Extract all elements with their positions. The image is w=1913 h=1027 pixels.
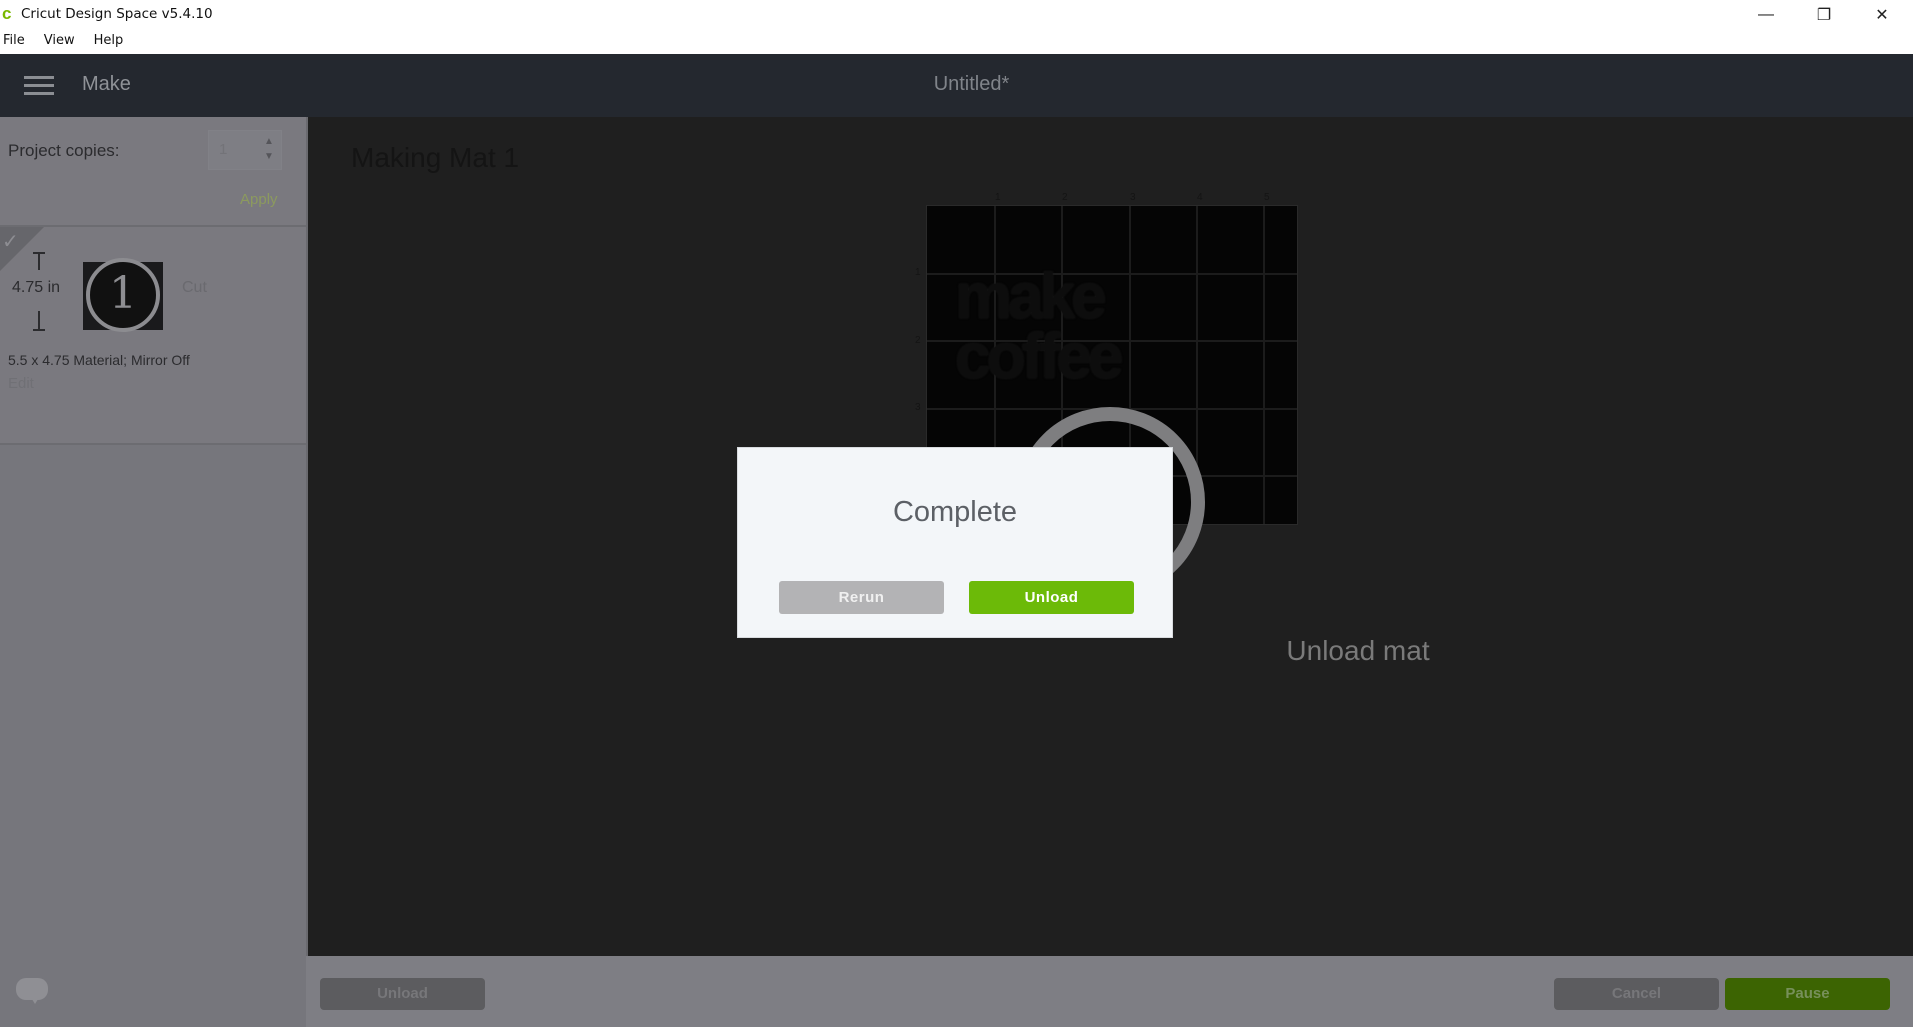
project-copies-label: Project copies: <box>8 141 120 160</box>
pause-button[interactable]: Pause <box>1725 978 1890 1010</box>
increment-arrow-icon[interactable]: ▲ <box>261 137 277 147</box>
document-title: Untitled* <box>933 73 1010 95</box>
dimension-top-marker-icon <box>33 252 45 272</box>
footer-bar: Unload Cancel Pause <box>0 956 1913 1027</box>
menu-help[interactable]: Help <box>91 30 132 54</box>
complete-dialog: Complete Rerun Unload <box>737 447 1173 638</box>
material-description: 5.5 x 4.75 Material; Mirror Off <box>8 352 190 368</box>
app-title: Cricut Design Space v5.4.10 <box>21 6 213 22</box>
edit-link[interactable]: Edit <box>8 375 34 392</box>
mat-x-tick: 2 <box>1062 192 1068 203</box>
mat-y-tick: 2 <box>915 335 921 346</box>
unload-button[interactable]: Unload <box>969 581 1134 614</box>
dialog-title: Complete <box>892 496 1018 528</box>
mat-height-label: 4.75 in <box>12 279 61 296</box>
mat-x-tick: 3 <box>1130 192 1136 203</box>
mat-x-tick: 1 <box>995 192 1001 203</box>
footer-unload-button[interactable]: Unload <box>320 978 485 1010</box>
design-line: make <box>955 260 1107 332</box>
menu-view[interactable]: View <box>41 30 83 54</box>
restore-button[interactable]: ❐ <box>1795 0 1853 30</box>
operation-label: Cut <box>182 279 207 296</box>
project-copies-value[interactable]: 1 <box>219 141 227 158</box>
project-copies-section: Project copies: 1 ▲ ▼ Apply <box>0 117 306 227</box>
mat-x-tick: 5 <box>1264 192 1270 203</box>
restore-icon: ❐ <box>1816 7 1832 24</box>
project-copies-stepper[interactable]: 1 ▲ ▼ <box>208 130 282 170</box>
mat-y-tick: 1 <box>915 267 921 278</box>
mat-number-badge: 1 <box>86 258 160 332</box>
decrement-arrow-icon[interactable]: ▼ <box>261 152 277 162</box>
window-title-bar: c Cricut Design Space v5.4.10 — ❐ ✕ <box>0 0 1913 30</box>
mat-thumbnail[interactable]: 1 <box>83 258 163 332</box>
rerun-button[interactable]: Rerun <box>779 581 944 614</box>
mat-card[interactable]: ✓ 4.75 in 1 Cut 5.5 x 4.75 Material; Mir… <box>0 227 306 445</box>
design-line: coffee <box>955 320 1123 392</box>
status-text: Unload mat <box>1286 635 1430 666</box>
minimize-icon: — <box>1758 6 1774 23</box>
mat-x-tick: 4 <box>1197 192 1203 203</box>
footer-left <box>0 956 306 1027</box>
mat-design-text: make coffee <box>955 260 1123 392</box>
app-header: Make Untitled* <box>0 54 1913 117</box>
close-window-button[interactable]: ✕ <box>1853 0 1911 30</box>
apply-button[interactable]: Apply <box>240 191 278 208</box>
menu-bar: File View Help <box>0 30 1913 54</box>
cricut-logo-icon: c <box>2 4 12 23</box>
mat-y-tick: 3 <box>915 402 921 413</box>
cancel-button[interactable]: Cancel <box>1554 978 1719 1010</box>
menu-file[interactable]: File <box>0 30 33 54</box>
close-icon: ✕ <box>1875 7 1889 24</box>
minimize-button[interactable]: — <box>1737 0 1795 30</box>
checkmark-icon: ✓ <box>2 231 19 253</box>
chat-bubble-icon[interactable] <box>16 978 48 1004</box>
dimension-bottom-marker-icon <box>33 311 45 331</box>
making-mat-heading: Making Mat 1 <box>351 142 520 173</box>
mat-sidebar: Project copies: 1 ▲ ▼ Apply ✓ 4.75 in 1 … <box>0 117 308 956</box>
